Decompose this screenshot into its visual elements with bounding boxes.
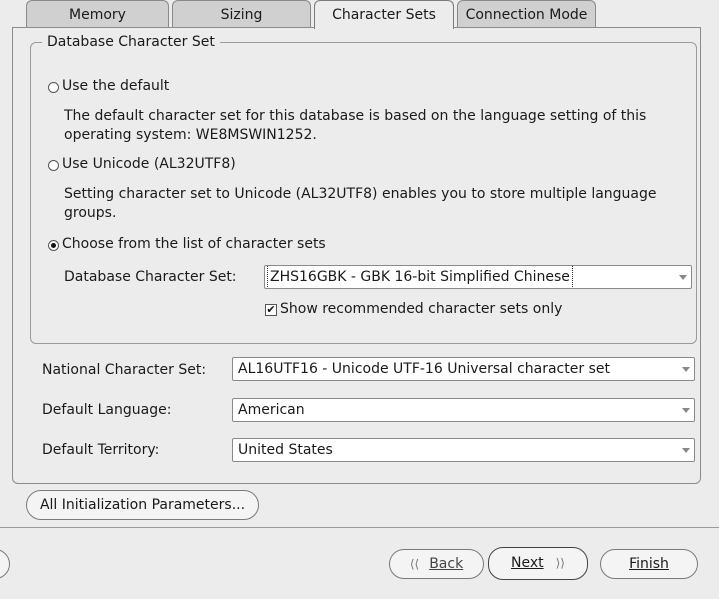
chevron-down-icon xyxy=(679,275,687,280)
tab-sizing-label: Sizing xyxy=(220,7,263,23)
finish-button[interactable]: Finish xyxy=(600,549,698,579)
radio-use-default-label[interactable]: Use the default xyxy=(62,78,169,94)
tab-connection-mode-label: Connection Mode xyxy=(465,7,588,23)
show-recommended-checkbox[interactable]: ✔ xyxy=(265,304,277,316)
chevron-left-double-icon: ⟨⟨ xyxy=(409,557,420,571)
chevron-right-double-icon: ⟩⟩ xyxy=(555,556,565,570)
database-character-set-label: Database Character Set: xyxy=(64,269,237,285)
chevron-down-icon xyxy=(682,367,690,372)
radio-use-unicode[interactable] xyxy=(48,160,59,171)
back-label: Back xyxy=(429,556,464,572)
tab-sizing[interactable]: Sizing xyxy=(172,0,311,27)
national-character-set-label: National Character Set: xyxy=(42,362,207,378)
database-character-set-value: ZHS16GBK - GBK 16-bit Simplified Chinese xyxy=(267,266,573,288)
radio-choose-from-list[interactable] xyxy=(48,240,59,251)
default-language-label: Default Language: xyxy=(42,402,172,418)
tab-memory-label: Memory xyxy=(69,7,126,23)
tab-connection-mode[interactable]: Connection Mode xyxy=(457,0,596,27)
help-button-partial[interactable] xyxy=(0,549,10,579)
database-character-set-select[interactable]: ZHS16GBK - GBK 16-bit Simplified Chinese xyxy=(264,265,692,289)
use-unicode-description: Setting character set to Unicode (AL32UT… xyxy=(64,186,657,221)
tab-character-sets[interactable]: Character Sets xyxy=(314,0,454,29)
back-button[interactable]: ⟨⟨ Back xyxy=(389,549,484,579)
chevron-down-icon xyxy=(682,448,690,453)
default-territory-label: Default Territory: xyxy=(42,442,160,458)
finish-label: Finish xyxy=(629,556,669,572)
group-title: Database Character Set xyxy=(42,34,220,50)
default-territory-select[interactable]: United States xyxy=(232,438,695,462)
button-bar-separator xyxy=(0,527,719,528)
use-default-description: The default character set for this datab… xyxy=(64,108,647,143)
next-label: Next xyxy=(511,555,544,571)
next-button[interactable]: Next ⟩⟩ xyxy=(488,547,588,580)
show-recommended-label[interactable]: Show recommended character sets only xyxy=(280,301,562,317)
chevron-down-icon xyxy=(682,408,690,413)
national-character-set-value: AL16UTF16 - Unicode UTF-16 Universal cha… xyxy=(238,361,610,377)
all-initialization-parameters-button[interactable]: All Initialization Parameters... xyxy=(26,490,259,520)
default-language-value: American xyxy=(238,402,305,418)
radio-use-default[interactable] xyxy=(48,82,59,93)
default-language-select[interactable]: American xyxy=(232,398,695,422)
default-territory-value: United States xyxy=(238,442,333,458)
tab-memory[interactable]: Memory xyxy=(26,0,169,27)
national-character-set-select[interactable]: AL16UTF16 - Unicode UTF-16 Universal cha… xyxy=(232,357,695,381)
tab-character-sets-label: Character Sets xyxy=(332,7,436,23)
radio-use-unicode-label[interactable]: Use Unicode (AL32UTF8) xyxy=(62,156,236,172)
radio-choose-from-list-label[interactable]: Choose from the list of character sets xyxy=(62,236,326,252)
